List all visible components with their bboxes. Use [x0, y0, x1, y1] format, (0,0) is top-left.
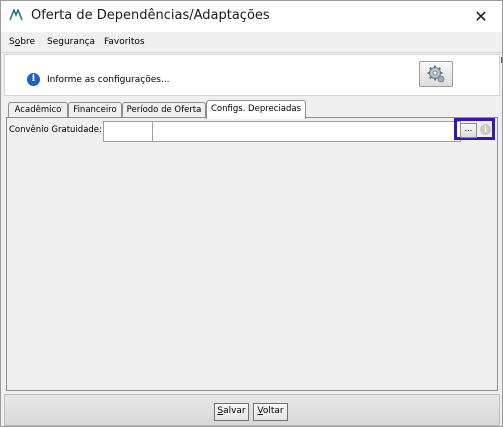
tab-academico[interactable]: Acadêmico — [8, 102, 68, 118]
menu-item-seguranca[interactable]: Segurança — [47, 37, 95, 47]
title-bar: Oferta de Dependências/Adaptações ✕ — [1, 1, 502, 32]
close-button[interactable]: ✕ — [466, 3, 496, 29]
dialog-window: Oferta de Dependências/Adaptações ✕ Sobr… — [0, 0, 503, 427]
tab-periodo-de-oferta[interactable]: Período de Oferta — [122, 102, 206, 118]
field-info-icon[interactable]: i — [480, 124, 491, 135]
tab-panel: Convênio Gratuidade: ... i — [6, 117, 498, 391]
gear-icon — [427, 65, 445, 83]
back-button[interactable]: Voltar — [253, 403, 288, 421]
tab-configs-depreciadas[interactable]: Configs. Depreciadas — [206, 100, 306, 119]
tab-strip: Acadêmico Financeiro Período de Oferta C… — [8, 100, 498, 119]
convenio-field-row: Convênio Gratuidade: ... i — [7, 118, 497, 142]
close-icon: ✕ — [474, 6, 488, 26]
settings-button[interactable] — [419, 61, 453, 87]
lookup-button[interactable]: ... — [460, 123, 477, 138]
convenio-description-input[interactable] — [152, 121, 461, 142]
button-bar: Salvar Voltar — [4, 394, 500, 426]
tab-financeiro[interactable]: Financeiro — [68, 102, 122, 118]
window-title: Oferta de Dependências/Adaptações — [31, 8, 270, 23]
convenio-code-input[interactable] — [103, 121, 155, 142]
menu-bar: Sobre Segurança Favoritos — [1, 32, 502, 53]
menu-item-sobre[interactable]: Sobre — [9, 37, 35, 47]
app-logo-icon — [9, 9, 23, 21]
info-icon: i — [27, 73, 40, 86]
menu-item-favoritos[interactable]: Favoritos — [104, 37, 145, 47]
info-message: Informe as configurações... — [47, 75, 170, 85]
info-panel: i Informe as configurações... — [4, 54, 500, 96]
save-button[interactable]: Salvar — [214, 403, 249, 421]
convenio-label: Convênio Gratuidade: — [9, 125, 102, 135]
